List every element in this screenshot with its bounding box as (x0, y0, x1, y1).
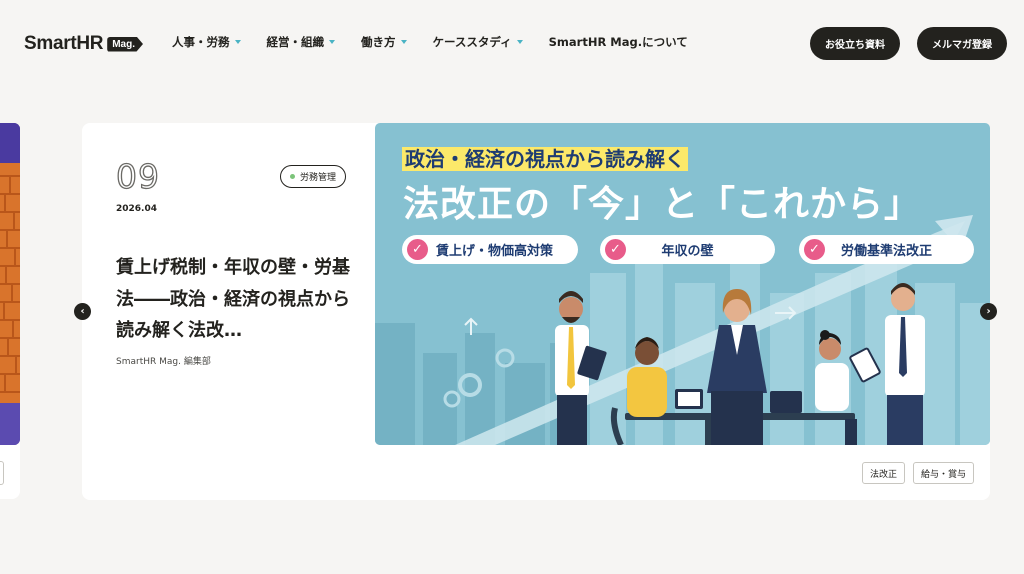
nav-item-label: 働き方 (361, 35, 396, 49)
category-badge[interactable]: 労務管理 (280, 165, 346, 188)
carousel-prev-button[interactable]: ‹ (74, 303, 91, 320)
hero-point-wage: ✓ 賃上げ・物価高対策 (402, 235, 578, 264)
tag-law-revision[interactable]: 法改正 (862, 462, 905, 484)
hero-point-labor-law: ✓ 労働基準法改正 (799, 235, 974, 264)
category-dot-icon (289, 174, 295, 179)
check-icon: ✓ (407, 239, 428, 260)
nav-item-workstyle[interactable]: 働き方 (361, 34, 407, 50)
category-label: 労務管理 (299, 173, 336, 183)
nav-item-label: 経営・組織 (266, 35, 325, 49)
chevron-down-icon (516, 40, 523, 44)
article-title[interactable]: 賃上げ税制・年収の壁・労基法――政治・経済の視点から読み解く法改… (116, 252, 362, 347)
nav-item-hr-labor[interactable]: 人事・労務 (172, 34, 241, 50)
hero-point-label: 労働基準法改正 (841, 244, 933, 259)
chevron-right-icon: › (986, 306, 991, 317)
tag-salary-bonus[interactable]: 給与・賞与 (913, 462, 974, 484)
nav-item-management[interactable]: 経営・組織 (266, 34, 335, 50)
main-nav: 人事・労務 経営・組織 働き方 ケーススタディ SmartHR Mag.について (172, 34, 688, 50)
nav-item-label: 人事・労務 (172, 35, 230, 49)
article-hero-image[interactable]: 政治・経済の視点から読み解く 法改正の「今」と「これから」 ✓ 賃上げ・物価高対… (375, 123, 990, 445)
check-icon: ✓ (605, 239, 626, 260)
hero-point-label: 賃上げ・物価高対策 (436, 244, 554, 259)
docs-button[interactable]: お役立ち資料 (810, 27, 900, 60)
prev-slide-tag[interactable] (0, 461, 4, 485)
article-date: 2026.04 (116, 204, 157, 214)
nav-item-about[interactable]: SmartHR Mag.について (549, 34, 688, 50)
chevron-down-icon (234, 40, 241, 44)
newsletter-button[interactable]: メルマガ登録 (917, 27, 1007, 60)
hero-point-income-wall: ✓ 年収の壁 (600, 235, 775, 264)
hero-subtitle: 政治・経済の視点から読み解く (402, 147, 688, 171)
site-logo[interactable]: SmartHR Mag. (24, 33, 143, 55)
brick-wall-illustration (0, 123, 20, 445)
article-author: SmartHR Mag. 編集部 (116, 357, 211, 367)
prev-slide-image (0, 123, 20, 445)
site-header: SmartHR Mag. 人事・労務 経営・組織 働き方 ケーススタディ Sma… (0, 0, 1024, 86)
hero-title: 法改正の「今」と「これから」 (403, 184, 922, 225)
check-icon: ✓ (804, 239, 825, 260)
nav-item-label: SmartHR Mag.について (548, 35, 688, 49)
nav-item-label: ケーススタディ (432, 35, 512, 49)
carousel-next-button[interactable]: › (980, 303, 997, 320)
logo-tag: Mag. (107, 36, 143, 52)
hero-point-label: 年収の壁 (661, 244, 714, 259)
chevron-down-icon (400, 40, 407, 44)
chevron-left-icon: ‹ (80, 306, 85, 317)
slide-number: 09 (115, 157, 160, 196)
nav-item-case-study[interactable]: ケーススタディ (433, 34, 523, 50)
logo-text: SmartHR (24, 33, 104, 54)
office-meeting-illustration (375, 215, 990, 445)
chevron-down-icon (329, 40, 335, 44)
